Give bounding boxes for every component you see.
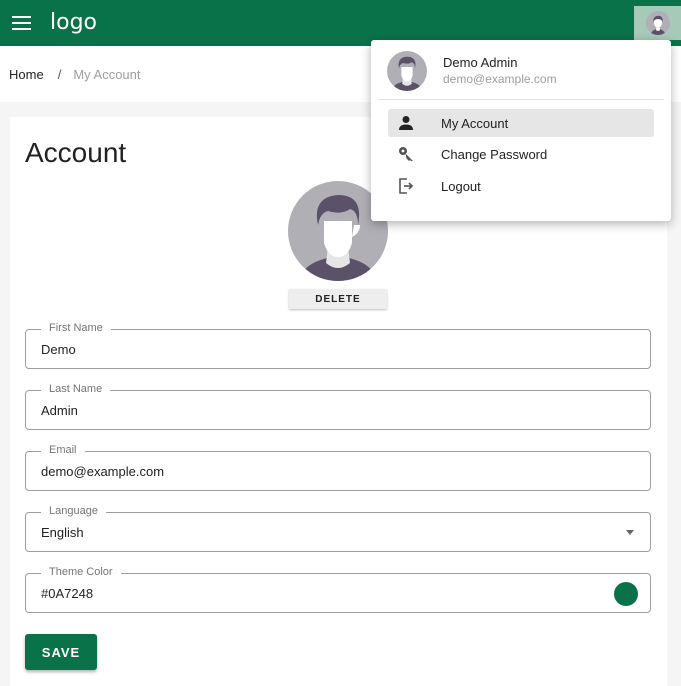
menu-item-my-account[interactable]: My Account <box>388 109 654 137</box>
logout-icon <box>398 178 414 194</box>
color-swatch[interactable] <box>614 582 638 606</box>
language-value: English <box>41 525 84 540</box>
breadcrumb: Home / My Account <box>9 67 141 82</box>
last-name-field[interactable]: Last Name Admin <box>25 383 651 430</box>
theme-color-field[interactable]: Theme Color #0A7248 <box>25 566 651 613</box>
theme-color-value[interactable]: #0A7248 <box>41 586 93 601</box>
theme-color-label: Theme Color <box>41 566 121 578</box>
avatar <box>645 11 670 35</box>
menu-item-label: My Account <box>441 116 509 131</box>
menu-item-logout[interactable]: Logout <box>388 172 654 200</box>
email-value[interactable]: demo@example.com <box>41 464 164 479</box>
last-name-label: Last Name <box>41 383 111 395</box>
breadcrumb-home-link[interactable]: Home <box>9 67 44 82</box>
last-name-value[interactable]: Admin <box>41 403 78 418</box>
avatar <box>387 51 427 91</box>
user-menu: Demo Admin demo@example.com My Account C… <box>371 40 671 221</box>
menu-item-label: Logout <box>441 179 481 194</box>
person-icon <box>398 115 414 131</box>
menu-item-label: Change Password <box>441 147 548 162</box>
user-name: Demo Admin <box>443 55 518 70</box>
menu-divider <box>379 99 664 100</box>
user-email: demo@example.com <box>443 72 557 86</box>
first-name-field[interactable]: First Name Demo <box>25 322 651 369</box>
user-avatar-button[interactable] <box>634 6 681 40</box>
breadcrumb-separator: / <box>57 67 62 82</box>
page-title: Account <box>25 137 127 168</box>
menu-icon[interactable] <box>8 10 36 36</box>
breadcrumb-current: My Account <box>73 67 141 82</box>
language-select[interactable]: Language English <box>25 505 651 552</box>
email-label: Email <box>41 444 85 456</box>
email-field[interactable]: Email demo@example.com <box>25 444 651 491</box>
key-icon <box>398 146 414 162</box>
delete-avatar-button[interactable]: DELETE <box>289 289 387 309</box>
menu-item-change-password[interactable]: Change Password <box>388 140 654 168</box>
first-name-label: First Name <box>41 322 111 334</box>
logo[interactable]: logo <box>50 10 97 35</box>
language-label: Language <box>41 505 106 517</box>
save-button[interactable]: SAVE <box>25 634 97 670</box>
dropdown-arrow-icon[interactable] <box>626 530 634 535</box>
first-name-value[interactable]: Demo <box>41 342 76 357</box>
